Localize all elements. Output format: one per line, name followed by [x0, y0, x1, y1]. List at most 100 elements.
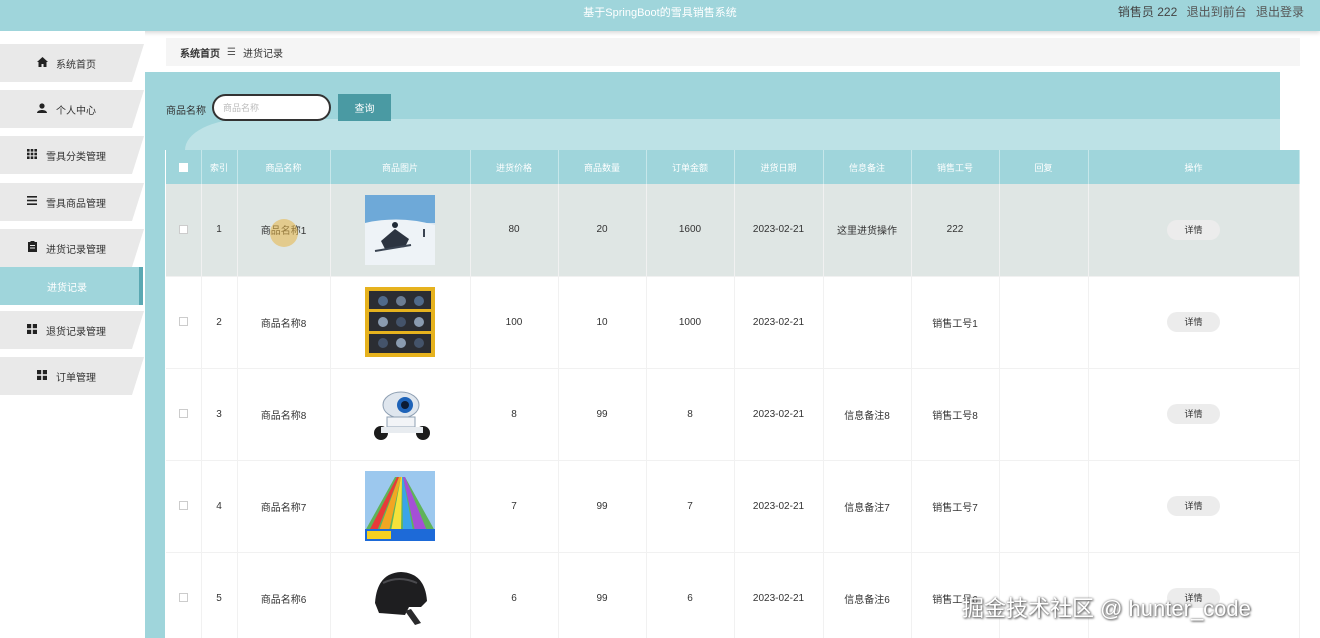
- sidebar-item-label: 系统首页: [56, 59, 96, 71]
- row-checkbox[interactable]: [178, 593, 188, 603]
- cell-staff: 销售工号8: [911, 368, 1000, 461]
- cell-remark: 信息备注7: [823, 460, 912, 553]
- back-to-front-link[interactable]: 退出到前台: [1187, 5, 1247, 19]
- search-input[interactable]: [212, 94, 331, 121]
- sidebar-item-label: 订单管理: [56, 372, 96, 384]
- cell-product-name: 商品名称6: [237, 552, 331, 638]
- cell-index: 5: [201, 552, 238, 638]
- cell-product-name: 商品名称8: [237, 368, 331, 461]
- helmet-photo[interactable]: [365, 563, 435, 633]
- select-all-checkbox[interactable]: [178, 163, 188, 173]
- column-header: 销售工号: [911, 150, 1000, 184]
- cell-amount: 7: [646, 460, 735, 553]
- menu-icon: ☰: [227, 46, 236, 58]
- sidebar-subitem-purchase-records[interactable]: 进货记录: [0, 267, 143, 305]
- sidebar-item-category[interactable]: 雪具分类管理: [0, 136, 144, 174]
- cell-remark: 这里进货操作: [823, 184, 912, 277]
- breadcrumb-current: 进货记录: [242, 48, 283, 60]
- purchase-records-table: 索引 商品名称 商品图片 进货价格 商品数量 订单金额 进货日期 信息备注 销售…: [166, 150, 1300, 638]
- sidebar-item-label: 进货记录管理: [46, 244, 106, 256]
- column-header: 信息备注: [823, 150, 912, 184]
- cell-price: 8: [470, 368, 559, 461]
- cell-index: 2: [201, 276, 238, 369]
- sidebar-item-label: 退货记录管理: [46, 326, 106, 338]
- cell-date: 2023-02-21: [734, 460, 824, 553]
- table-row[interactable]: 4 商品名称7 7 99 7 2023-02-21 信息备注7 销售工号7 详情: [166, 460, 1300, 553]
- search-label: 商品名称: [166, 106, 206, 117]
- content-left-strip: [145, 72, 165, 638]
- cell-staff: 222: [911, 184, 1000, 277]
- breadcrumb: 系统首页 ☰ 进货记录: [166, 38, 1300, 66]
- search-button[interactable]: 查询: [338, 94, 391, 121]
- cell-price: 7: [470, 460, 559, 553]
- table-row[interactable]: 1 商品名称1 80 20 1600 2023-02-21 这里进货操作 222: [166, 184, 1300, 277]
- sidebar: 系统首页 个人中心 雪具分类管理 雪具商品管理 进货记录管理 进货记录 退货记录…: [0, 31, 145, 638]
- column-header: 订单金额: [646, 150, 735, 184]
- camera-robot-photo[interactable]: [365, 379, 435, 449]
- cell-amount: 6: [646, 552, 735, 638]
- column-header: 回复: [999, 150, 1089, 184]
- snowmobile-photo[interactable]: [365, 194, 435, 265]
- mouse-cursor-highlight: [270, 219, 298, 247]
- sidebar-item-home[interactable]: 系统首页: [0, 44, 144, 82]
- cell-remark: 信息备注6: [823, 552, 912, 638]
- detail-button[interactable]: 详情: [1167, 404, 1220, 424]
- cell-reply: [999, 184, 1089, 277]
- cell-index: 1: [201, 184, 238, 277]
- cell-amount: 8: [646, 368, 735, 461]
- ski-boots-rack-photo[interactable]: [365, 287, 435, 357]
- column-header: 进货价格: [470, 150, 559, 184]
- sidebar-item-purchase[interactable]: 进货记录管理: [0, 229, 144, 267]
- apps-icon: [36, 369, 48, 383]
- cell-staff: 销售工号7: [911, 460, 1000, 553]
- sidebar-item-label: 雪具商品管理: [46, 198, 106, 210]
- table-row[interactable]: 3 商品名称8 8 99 8 2023-02-21 信息备注8 销售工号8 详情: [166, 368, 1300, 461]
- cell-quantity: 99: [558, 368, 647, 461]
- cell-product-name: 商品名称8: [237, 276, 331, 369]
- column-header: 索引: [201, 150, 238, 184]
- grid-icon: [26, 148, 38, 162]
- cell-price: 80: [470, 184, 559, 277]
- row-checkbox[interactable]: [178, 409, 188, 419]
- table-header-row: 索引 商品名称 商品图片 进货价格 商品数量 订单金额 进货日期 信息备注 销售…: [166, 150, 1300, 184]
- cell-amount: 1000: [646, 276, 735, 369]
- home-icon: [36, 56, 48, 70]
- rainbow-slide-photo[interactable]: [365, 471, 435, 541]
- sidebar-item-orders[interactable]: 订单管理: [0, 357, 144, 395]
- sidebar-item-returns[interactable]: 退货记录管理: [0, 311, 144, 349]
- logout-link[interactable]: 退出登录: [1256, 5, 1304, 19]
- sidebar-item-label: 雪具分类管理: [46, 151, 106, 163]
- cell-reply: [999, 276, 1089, 369]
- sidebar-item-label: 个人中心: [56, 105, 96, 117]
- user-label: 销售员 222: [1117, 5, 1178, 19]
- cell-product-name: 商品名称7: [237, 460, 331, 553]
- cell-index: 4: [201, 460, 238, 553]
- detail-button[interactable]: 详情: [1167, 496, 1220, 516]
- sidebar-item-products[interactable]: 雪具商品管理: [0, 183, 144, 221]
- column-header: 商品数量: [558, 150, 647, 184]
- detail-button[interactable]: 详情: [1167, 312, 1220, 332]
- row-checkbox[interactable]: [178, 317, 188, 327]
- column-header: 商品名称: [237, 150, 331, 184]
- sidebar-item-profile[interactable]: 个人中心: [0, 90, 144, 128]
- cell-quantity: 20: [558, 184, 647, 277]
- breadcrumb-home[interactable]: 系统首页: [180, 45, 220, 60]
- table-row[interactable]: 2 商品名称8 100 10 1000 2023-02-21 销售工号1 详情: [166, 276, 1300, 369]
- watermark: 掘金技术社区 @ hunter_code: [962, 596, 1251, 621]
- apps-icon: [26, 323, 38, 337]
- cell-quantity: 10: [558, 276, 647, 369]
- top-bar: 基于SpringBoot的雪具销售系统 销售员 222 退出到前台 退出登录: [0, 0, 1320, 31]
- column-header: 操作: [1088, 150, 1300, 184]
- cell-remark: 信息备注8: [823, 368, 912, 461]
- cell-price: 6: [470, 552, 559, 638]
- user-icon: [36, 102, 48, 116]
- search-panel: 商品名称 查询: [145, 72, 1280, 150]
- column-header: 进货日期: [734, 150, 824, 184]
- search-panel-wave: [185, 119, 1280, 150]
- row-checkbox[interactable]: [178, 225, 188, 235]
- cell-amount: 1600: [646, 184, 735, 277]
- row-checkbox[interactable]: [178, 501, 188, 511]
- cell-reply: [999, 460, 1089, 553]
- select-all-header[interactable]: [166, 150, 202, 184]
- detail-button[interactable]: 详情: [1167, 219, 1220, 240]
